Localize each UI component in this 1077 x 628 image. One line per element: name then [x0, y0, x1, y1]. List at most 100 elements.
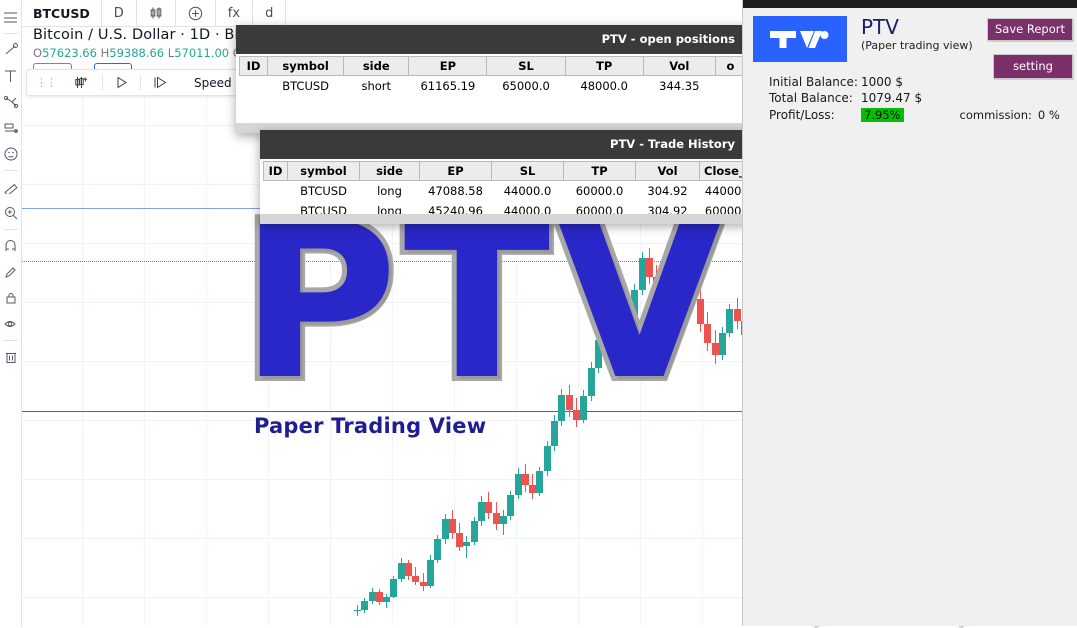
trend-line-icon[interactable]	[1, 37, 21, 63]
profit-loss-row: Profit/Loss: 7.95% commission: 0 %	[769, 106, 1077, 124]
table-cell	[264, 181, 288, 202]
trash-icon[interactable]	[1, 344, 21, 370]
candle-body	[485, 502, 493, 513]
gridline	[206, 96, 207, 626]
column-header[interactable]: EP	[408, 56, 488, 76]
column-header[interactable]: o	[714, 56, 747, 76]
setting-button[interactable]: setting	[993, 54, 1073, 79]
panel-subtitle: (Paper trading view)	[861, 39, 973, 52]
table-row[interactable]: BTCUSD long 47088.58 44000.0 60000.0 304.92 44…	[264, 181, 746, 202]
column-header[interactable]: Close_p	[699, 161, 749, 181]
crosshair-icon[interactable]	[1, 4, 21, 30]
candle-body	[456, 533, 464, 547]
open-positions-window-title: PTV - open positions	[236, 25, 749, 54]
column-header[interactable]: ID	[263, 161, 288, 181]
candle-body	[565, 394, 573, 410]
candle-body	[697, 299, 704, 325]
toolbar-divider	[140, 74, 141, 91]
table-row[interactable]: BTCUSD short 61165.19 65000.0 48000.0 344.35	[240, 76, 746, 97]
open-positions-window[interactable]: PTV - open positions ID symbol side EP SL TP V…	[236, 25, 749, 133]
candle-body	[353, 609, 361, 612]
fx-icon[interactable]: fx	[216, 0, 254, 26]
fib-tool-icon[interactable]	[1, 89, 21, 115]
trade-history-table-container[interactable]: ID symbol side EP SL TP Vol Close_p BTCUSD long 47…	[260, 159, 749, 214]
candle-body	[711, 343, 719, 356]
column-header[interactable]: symbol	[267, 56, 345, 76]
column-header[interactable]: EP	[419, 161, 492, 181]
candle-body	[733, 309, 741, 322]
indicator-add-icon[interactable]	[176, 0, 216, 26]
candle-body	[536, 471, 544, 494]
candle-body	[375, 592, 383, 603]
play-icon[interactable]	[105, 76, 138, 89]
candle-body	[682, 256, 690, 281]
candle-body	[572, 409, 580, 420]
candle-body	[558, 394, 566, 422]
jump-to-bar-icon[interactable]	[63, 75, 100, 90]
emoji-icon[interactable]	[1, 141, 21, 167]
candle-body	[383, 596, 391, 603]
column-header[interactable]: TP	[564, 56, 644, 76]
symbol-button[interactable]: BTCUSD	[22, 0, 102, 26]
candles-icon[interactable]	[137, 0, 176, 26]
eye-icon[interactable]	[1, 311, 21, 337]
commission-label: commission:	[959, 108, 1032, 122]
column-header[interactable]: TP	[563, 161, 636, 181]
zoom-in-icon[interactable]	[1, 200, 21, 226]
total-balance-label: Total Balance:	[769, 91, 853, 105]
window-footer	[260, 214, 749, 224]
column-header[interactable]: SL	[491, 161, 564, 181]
pattern-icon[interactable]	[1, 115, 21, 141]
candle-body	[405, 562, 412, 576]
table-cell: BTCUSD	[300, 204, 347, 214]
text-tool-icon[interactable]	[1, 63, 21, 89]
lock-icon[interactable]	[1, 285, 21, 311]
candle-body	[397, 562, 405, 579]
rail-divider	[3, 33, 18, 34]
candle-body	[653, 277, 661, 291]
column-header[interactable]: SL	[486, 56, 566, 76]
candle-body	[631, 290, 639, 317]
column-header[interactable]: symbol	[287, 161, 360, 181]
column-header[interactable]: Vol	[642, 56, 716, 76]
pencil-lock-icon[interactable]	[1, 259, 21, 285]
column-header[interactable]: side	[343, 56, 410, 76]
candle-body	[624, 316, 631, 342]
ptv-control-panel[interactable]: PTV (Paper trading view) Save Report set…	[742, 0, 1077, 626]
table-cell: long	[377, 204, 402, 214]
open-positions-table[interactable]: ID symbol side EP SL TP Vol o BTCUSD short 61165.1…	[238, 56, 747, 97]
trade-history-window[interactable]: PTV - Trade History ID symbol side EP SL TP Vo…	[260, 130, 749, 224]
column-header[interactable]: Vol	[635, 161, 700, 181]
candle-body	[412, 575, 420, 582]
candle-body	[361, 600, 369, 610]
total-balance-row: Total Balance: 1079.47 $	[769, 90, 1077, 106]
interval-button[interactable]: D	[102, 0, 137, 26]
drag-handle-icon[interactable]: ⋮⋮	[27, 76, 63, 89]
table-row[interactable]: BTCUSD long 45240.96 44000.0 60000.0 304.92 60…	[264, 201, 746, 214]
trade-history-window-title: PTV - Trade History	[260, 130, 749, 159]
candle-body	[718, 333, 726, 356]
measure-icon[interactable]	[1, 174, 21, 200]
magnet-icon[interactable]	[1, 233, 21, 259]
table-cell	[715, 76, 745, 97]
candle-body	[507, 494, 515, 516]
table-cell: BTCUSD	[300, 184, 347, 198]
candle-body	[616, 341, 624, 366]
column-header[interactable]: ID	[238, 56, 269, 76]
table-header-row: ID symbol side EP SL TP Vol o	[238, 56, 747, 76]
drawing-tools-rail[interactable]	[0, 0, 22, 626]
profit-loss-label: Profit/Loss:	[769, 108, 835, 122]
trade-history-table[interactable]: ID symbol side EP SL TP Vol Close_p BTCUSD long 47…	[263, 161, 749, 214]
open-positions-table-container[interactable]: ID symbol side EP SL TP Vol o BTCUSD short 61165.1…	[236, 54, 749, 123]
more-icon[interactable]: d	[253, 0, 287, 26]
candle-body	[587, 368, 595, 397]
column-header[interactable]: side	[359, 161, 420, 181]
table-cell: 60000	[704, 204, 742, 214]
candle-body	[448, 518, 456, 534]
ohlc-low-value: 57011.00	[174, 46, 230, 60]
initial-balance-value: 1000 $	[861, 75, 903, 89]
save-report-button[interactable]: Save Report	[987, 18, 1073, 41]
step-forward-icon[interactable]	[143, 76, 178, 89]
table-cell: 44000	[704, 184, 742, 198]
table-cell: 61165.19	[420, 79, 476, 93]
